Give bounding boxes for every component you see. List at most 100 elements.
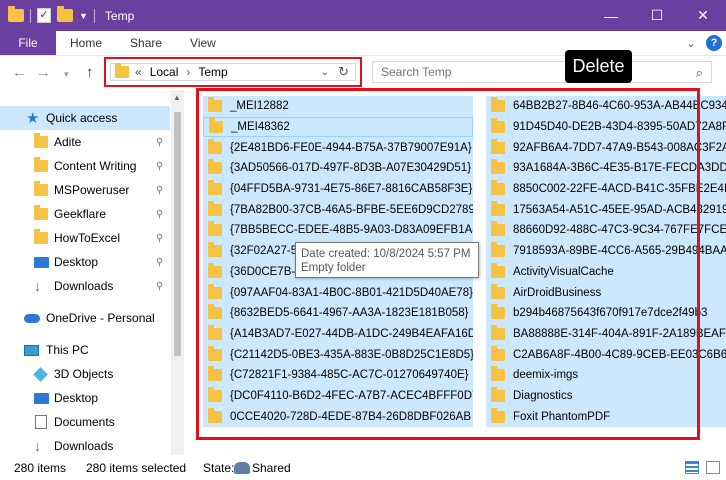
pin-icon[interactable]: ⚲ bbox=[156, 137, 163, 148]
list-item[interactable]: 0CCE4020-728D-4EDE-87B4-26D8DBF026AB bbox=[203, 406, 473, 427]
folder-icon bbox=[208, 200, 222, 216]
sidebar-item-quick-access[interactable]: ★ Quick access bbox=[0, 106, 170, 130]
breadcrumb-temp[interactable]: Temp bbox=[198, 65, 227, 79]
customize-toolbar-icon[interactable]: ▼ bbox=[79, 11, 88, 21]
list-item[interactable]: deemix-imgs bbox=[486, 364, 726, 386]
pin-icon[interactable]: ⚲ bbox=[156, 185, 163, 196]
quick-access-toolbar: ✓ ▼ bbox=[0, 6, 95, 23]
list-item[interactable]: 8850C002-22FE-4ACD-B41C-35FBE2E4E1C8 bbox=[486, 178, 726, 200]
download-icon: ↓ bbox=[34, 278, 41, 294]
forward-arrow-icon[interactable]: → bbox=[36, 64, 51, 81]
tab-share[interactable]: Share bbox=[116, 31, 176, 55]
breadcrumb-separator-icon[interactable]: › bbox=[186, 65, 190, 79]
list-item[interactable]: ActivityVisualCache bbox=[486, 261, 726, 283]
tab-file[interactable]: File bbox=[0, 31, 56, 55]
list-item[interactable]: {C21142D5-0BE3-435A-883E-0B8D25C1E8D5} bbox=[203, 344, 473, 365]
back-arrow-icon[interactable]: ← bbox=[12, 64, 27, 81]
sidebar-item-label: Adite bbox=[54, 135, 82, 149]
minimize-button[interactable]: — bbox=[588, 0, 634, 31]
sidebar-item-desktop-pc[interactable]: Desktop bbox=[0, 386, 170, 410]
list-item[interactable]: 7918593A-89BE-4CC6-A565-29B494BAADCA bbox=[486, 240, 726, 262]
folder-icon bbox=[491, 386, 505, 402]
recent-locations-chevron-icon[interactable]: ▾ bbox=[64, 69, 69, 80]
list-item[interactable]: {7BA82B00-37CB-46A5-BFBE-5EE6D9CD2789} bbox=[203, 199, 473, 221]
folder-icon bbox=[491, 118, 505, 134]
expand-ribbon-icon[interactable]: ⌄ bbox=[680, 31, 702, 55]
list-item[interactable]: AirDroidBusiness bbox=[486, 282, 726, 303]
list-item[interactable]: 93A1684A-3B6C-4E35-B17E-FECDA3DD7585 bbox=[486, 158, 726, 179]
sidebar-item-geekflare[interactable]: Geekflare ⚲ bbox=[0, 202, 170, 226]
address-dropdown-icon[interactable]: ⌄ bbox=[321, 67, 329, 78]
sidebar-scrollbar[interactable]: ▲ bbox=[171, 90, 184, 455]
search-box[interactable]: ⌕ bbox=[372, 61, 712, 83]
file-name: 88660D92-488C-47C3-9C34-767FE7FCE644 bbox=[513, 224, 726, 237]
list-item[interactable]: {C72821F1-9384-485C-AC7C-01270649740E} bbox=[203, 364, 473, 386]
details-view-icon[interactable] bbox=[685, 461, 699, 474]
scrollbar-thumb[interactable] bbox=[174, 112, 181, 356]
list-item[interactable]: 92AFB6A4-7DD7-47A9-B543-008AC3F2A4B1 bbox=[486, 137, 726, 159]
scroll-up-icon[interactable]: ▲ bbox=[173, 93, 181, 102]
pin-icon[interactable]: ⚲ bbox=[156, 161, 163, 172]
sidebar-item-downloads[interactable]: ↓ Downloads ⚲ bbox=[0, 274, 170, 298]
file-name: Foxit PhantomPDF bbox=[513, 410, 611, 423]
list-item[interactable]: b294b46875643f670f917e7dce2f49b3 bbox=[486, 302, 726, 324]
list-item[interactable]: {DC0F4110-B6D2-4FEC-A7B7-ACEC4BFFF0D7} bbox=[203, 385, 473, 407]
navigation-pane: ★ Quick access Adite ⚲ Content Writing ⚲… bbox=[0, 90, 184, 455]
sidebar-item-onedrive[interactable]: OneDrive - Personal bbox=[0, 306, 170, 330]
close-button[interactable]: ✕ bbox=[680, 0, 726, 31]
sidebar-item-downloads-pc[interactable]: ↓ Downloads bbox=[0, 434, 170, 455]
up-arrow-icon[interactable]: ↑ bbox=[86, 64, 94, 81]
pin-icon[interactable]: ⚲ bbox=[156, 209, 163, 220]
help-button[interactable]: ? bbox=[702, 31, 726, 55]
file-name: {8632BED5-6641-4967-AA3A-1823E181B058} bbox=[230, 307, 469, 320]
folder-icon bbox=[491, 221, 505, 237]
list-item[interactable]: {3AD50566-017D-497F-8D3B-A07E30429D51} bbox=[203, 158, 473, 179]
address-bar[interactable]: « Local › Temp ⌄ ↻ bbox=[110, 63, 356, 81]
tab-home[interactable]: Home bbox=[56, 31, 116, 55]
list-item[interactable]: {04FFD5BA-9731-4E75-86E7-8816CAB58F3E} bbox=[203, 178, 473, 200]
list-item[interactable]: _MEI48362 bbox=[203, 116, 473, 138]
properties-icon[interactable]: ✓ bbox=[37, 8, 51, 23]
list-item[interactable]: {097AAF04-83A1-4B0C-8B01-421D5D40AE78} bbox=[203, 282, 473, 303]
list-item[interactable]: Foxit PhantomPDF bbox=[486, 406, 726, 427]
list-item[interactable]: 17563A54-A51C-45EE-95AD-ACB432919B0E bbox=[486, 199, 726, 221]
refresh-icon[interactable]: ↻ bbox=[338, 64, 349, 80]
large-icons-view-icon[interactable] bbox=[706, 461, 720, 474]
maximize-button[interactable]: ☐ bbox=[634, 0, 680, 31]
sidebar-item-documents[interactable]: Documents bbox=[0, 410, 170, 434]
list-item[interactable]: {A14B3AD7-E027-44DB-A1DC-249B4EAFA16D} bbox=[203, 323, 473, 345]
breadcrumb-local[interactable]: Local bbox=[150, 65, 179, 79]
list-item[interactable]: BA88888E-314F-404A-891F-2A189BEAFB1E bbox=[486, 323, 726, 345]
list-item[interactable]: _MEI12882 bbox=[203, 96, 473, 117]
list-item[interactable]: C2AB6A8F-4B00-4C89-9CEB-EE03C6B6CE51 bbox=[486, 344, 726, 365]
list-item[interactable]: {8632BED5-6641-4967-AA3A-1823E181B058} bbox=[203, 302, 473, 324]
sidebar-item-adite[interactable]: Adite ⚲ bbox=[0, 130, 170, 154]
sidebar-item-label: HowToExcel bbox=[54, 231, 121, 245]
file-name: b294b46875643f670f917e7dce2f49b3 bbox=[513, 307, 708, 320]
list-item[interactable]: {2E481BD6-FE0E-4944-B75A-37B79007E91A} bbox=[203, 137, 473, 159]
file-name: 64BB2B27-8B46-4C60-953A-AB44EC93433B bbox=[513, 100, 726, 113]
folder-icon bbox=[209, 118, 223, 134]
sidebar-item-content-writing[interactable]: Content Writing ⚲ bbox=[0, 154, 170, 178]
folder-icon bbox=[208, 221, 222, 237]
sidebar-item-3d-objects[interactable]: 3D Objects bbox=[0, 362, 170, 386]
tab-view[interactable]: View bbox=[176, 31, 230, 55]
sidebar-item-desktop[interactable]: Desktop ⚲ bbox=[0, 250, 170, 274]
list-item[interactable]: 88660D92-488C-47C3-9C34-767FE7FCE644 bbox=[486, 220, 726, 241]
sidebar-item-this-pc[interactable]: This PC bbox=[0, 338, 170, 362]
list-item[interactable]: 91D45D40-DE2B-43D4-8395-50AD72A8FA54 bbox=[486, 116, 726, 138]
pin-icon[interactable]: ⚲ bbox=[156, 233, 163, 244]
sidebar-item-label: Downloads bbox=[54, 439, 114, 453]
list-item[interactable]: {7BB5BECC-EDEE-48B5-9A03-D83A09EFB1A8} bbox=[203, 220, 473, 241]
pin-icon[interactable]: ⚲ bbox=[156, 281, 163, 292]
folder-icon bbox=[208, 138, 222, 154]
list-item[interactable]: Diagnostics bbox=[486, 385, 726, 407]
breadcrumb-overflow[interactable]: « bbox=[135, 65, 142, 79]
new-folder-icon[interactable] bbox=[57, 6, 73, 22]
sidebar-item-howtoexcel[interactable]: HowToExcel ⚲ bbox=[0, 226, 170, 250]
pin-icon[interactable]: ⚲ bbox=[156, 257, 163, 268]
search-icon[interactable]: ⌕ bbox=[696, 65, 703, 81]
file-name: {3AD50566-017D-497F-8D3B-A07E30429D51} bbox=[230, 162, 472, 175]
sidebar-item-mspoweruser[interactable]: MSPoweruser ⚲ bbox=[0, 178, 170, 202]
list-item[interactable]: 64BB2B27-8B46-4C60-953A-AB44EC93433B bbox=[486, 96, 726, 117]
